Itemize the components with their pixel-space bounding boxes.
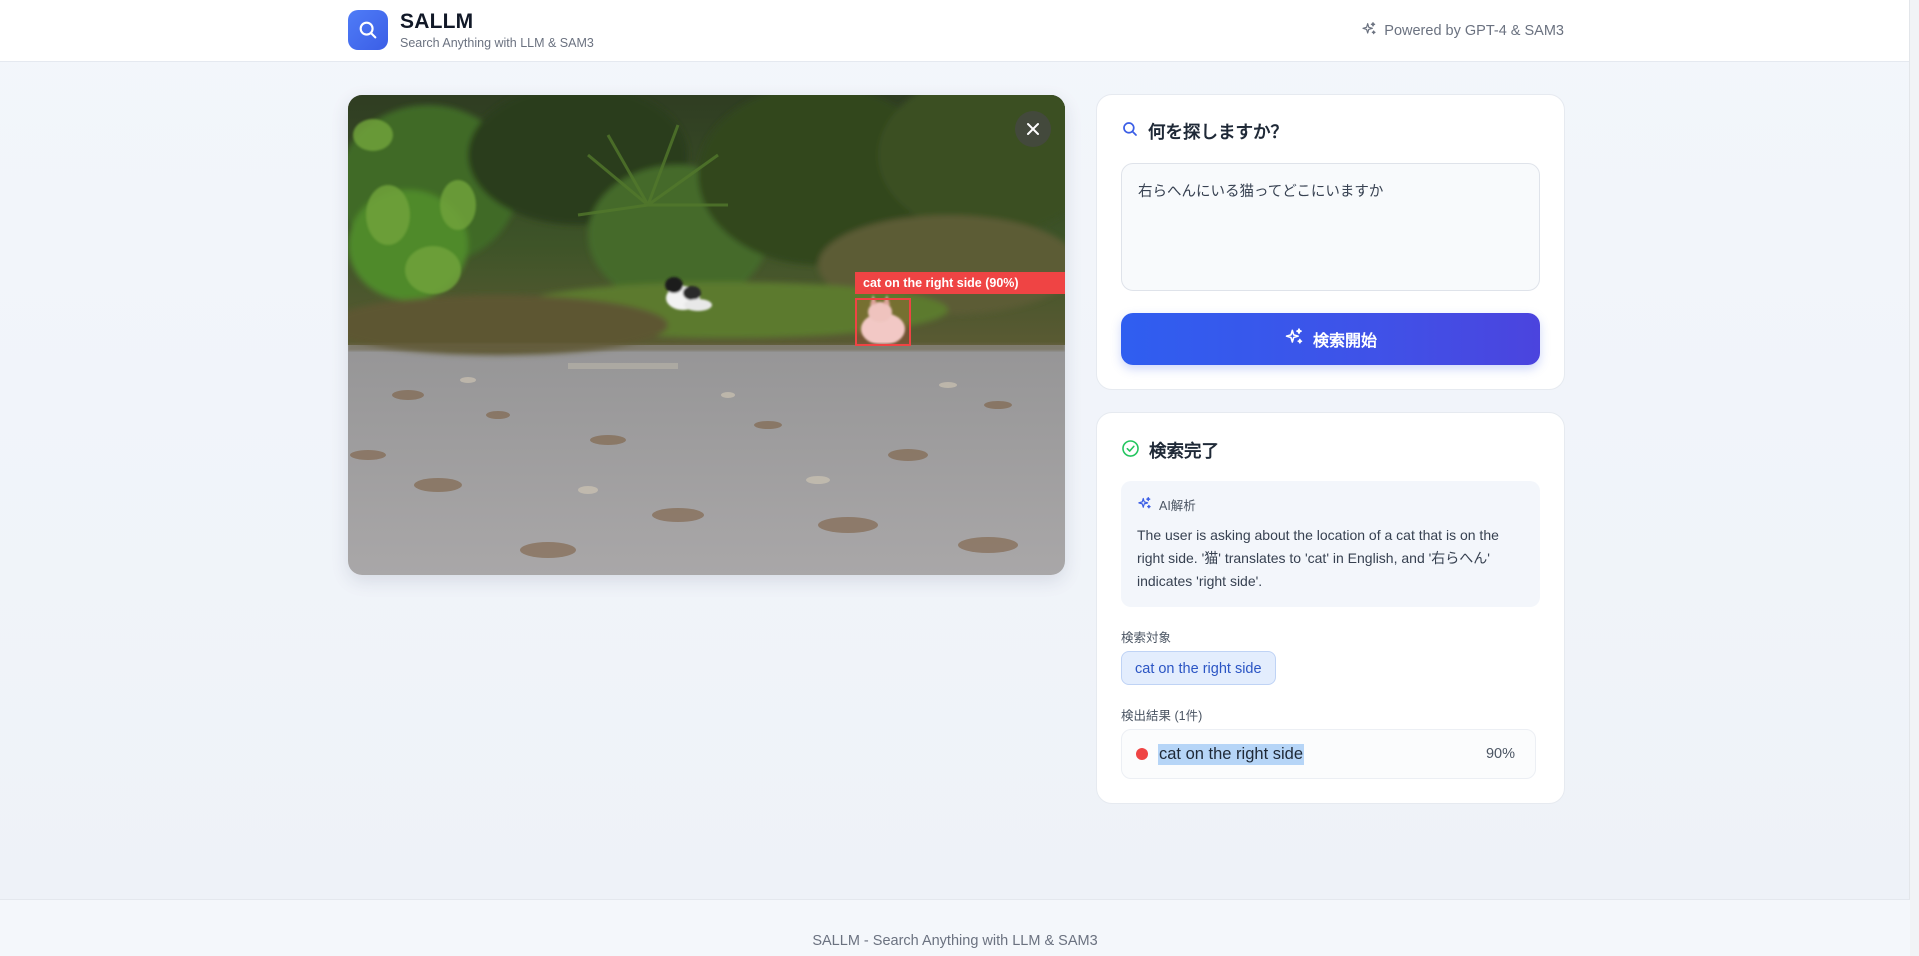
search-card-title: 何を探しますか？	[1121, 119, 1288, 144]
search-card: 何を探しますか？ 右らへんにいる猫ってどこにいますか 検索開始	[1096, 94, 1565, 390]
close-icon	[1027, 123, 1039, 135]
sparkles-icon	[1284, 327, 1304, 352]
result-card-title: 検索完了	[1121, 438, 1219, 463]
uploaded-photo	[348, 95, 1065, 575]
app-header: SALLM Search Anything with LLM & SAM3 Po…	[0, 0, 1910, 62]
detection-color-dot	[1136, 748, 1148, 760]
search-target-label: 検索対象	[1121, 631, 1172, 645]
image-viewer: cat on the right side (90%)	[348, 95, 1065, 575]
page-footer: SALLM - Search Anything with LLM & SAM3	[0, 899, 1910, 956]
page-scrollbar[interactable]	[1909, 0, 1919, 956]
app-title: SALLM	[400, 10, 474, 33]
search-title-text: 何を探しますか？	[1148, 122, 1288, 142]
result-title-text: 検索完了	[1149, 441, 1219, 461]
sparkles-icon	[1137, 496, 1152, 514]
search-button[interactable]: 検索開始	[1121, 313, 1540, 365]
detection-label: cat on the right side (90%)	[855, 272, 1065, 294]
ai-analysis-text: The user is asking about the location of…	[1137, 527, 1499, 589]
footer-text: SALLM - Search Anything with LLM & SAM3	[812, 933, 1098, 949]
search-icon	[1121, 120, 1139, 143]
detections-label: 検出結果 (1件)	[1121, 709, 1203, 723]
logo-search-icon	[348, 10, 388, 50]
query-input[interactable]: 右らへんにいる猫ってどこにいますか	[1121, 163, 1540, 291]
close-image-button[interactable]	[1015, 111, 1051, 147]
ai-analysis-box: AI解析 The user is asking about the locati…	[1121, 481, 1540, 607]
detection-box	[855, 298, 911, 346]
detection-name: cat on the right side	[1158, 743, 1305, 765]
sparkles-icon	[1361, 21, 1377, 41]
result-card: 検索完了 AI解析 The user is asking about the l…	[1096, 412, 1565, 804]
powered-by-text: Powered by GPT-4 & SAM3	[1384, 23, 1564, 39]
ai-analysis-label: AI解析	[1159, 499, 1196, 513]
detection-row[interactable]: cat on the right side 90%	[1121, 729, 1536, 779]
check-circle-icon	[1121, 439, 1140, 463]
search-button-label: 検索開始	[1312, 333, 1377, 350]
app-subtitle: Search Anything with LLM & SAM3	[400, 36, 594, 50]
powered-by: Powered by GPT-4 & SAM3	[1361, 21, 1564, 41]
search-target-chip[interactable]: cat on the right side	[1121, 651, 1276, 685]
ai-analysis-header: AI解析	[1137, 495, 1524, 514]
detection-score: 90%	[1485, 746, 1515, 762]
